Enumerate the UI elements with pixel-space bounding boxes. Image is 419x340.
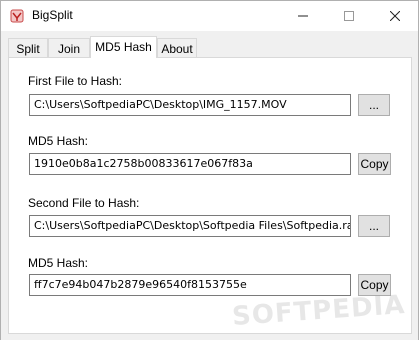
app-window: BigSplit Split Join MD5 Hash About First… <box>0 0 419 340</box>
tab-md5-hash[interactable]: MD5 Hash <box>90 36 157 58</box>
second-file-label: Second File to Hash: <box>28 196 140 210</box>
first-file-path-input[interactable]: C:\Users\SoftpediaPC\Desktop\IMG_1157.MO… <box>29 94 351 116</box>
second-file-browse-button[interactable]: ... <box>358 215 390 237</box>
maximize-icon <box>344 11 354 21</box>
app-icon <box>10 9 24 23</box>
first-hash-copy-button[interactable]: Copy <box>358 153 391 175</box>
tab-split[interactable]: Split <box>8 38 48 57</box>
minimize-icon <box>298 15 308 17</box>
first-file-browse-button[interactable]: ... <box>358 94 390 116</box>
minimize-button[interactable] <box>280 1 326 31</box>
second-hash-label: MD5 Hash: <box>28 256 89 270</box>
md5-hash-panel: First File to Hash: C:\Users\SoftpediaPC… <box>8 57 412 334</box>
maximize-button[interactable] <box>326 1 372 31</box>
tab-join[interactable]: Join <box>48 38 90 57</box>
second-hash-copy-button[interactable]: Copy <box>358 274 391 296</box>
close-icon <box>390 11 400 21</box>
tab-about[interactable]: About <box>157 38 197 57</box>
window-title: BigSplit <box>32 8 73 22</box>
second-file-path-input[interactable]: C:\Users\SoftpediaPC\Desktop\Softpedia F… <box>29 215 351 237</box>
close-button[interactable] <box>372 1 418 31</box>
second-hash-output[interactable]: ff7c7e94b047b2879e96540f8153755e <box>29 274 351 296</box>
first-hash-output[interactable]: 1910e0b8a1c2758b00833617e067f83a <box>29 153 351 175</box>
first-hash-label: MD5 Hash: <box>28 134 89 148</box>
tab-control: Split Join MD5 Hash About First File to … <box>1 31 418 340</box>
title-bar[interactable]: BigSplit <box>1 1 418 31</box>
first-file-label: First File to Hash: <box>28 74 123 88</box>
